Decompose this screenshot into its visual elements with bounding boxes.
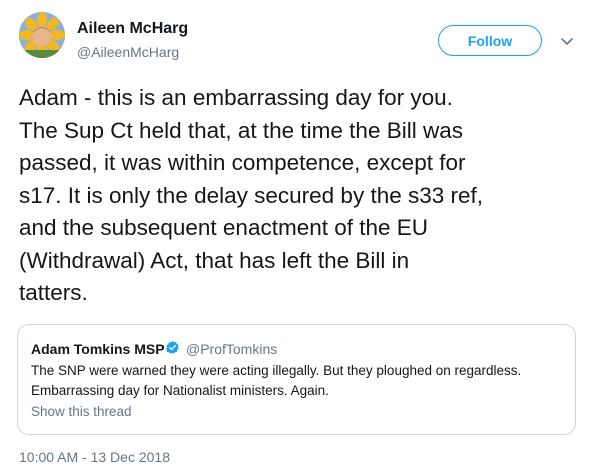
quoted-author-handle[interactable]: @ProfTomkins: [186, 341, 277, 357]
sunflower-avatar-icon: [19, 12, 65, 58]
follow-button[interactable]: Follow: [438, 25, 542, 56]
tweet-text-line: and the subsequent enactment of the EU: [19, 215, 429, 240]
show-thread-link[interactable]: Show this thread: [31, 404, 132, 419]
tweet-text-line: Adam - this is an embarrassing day for y…: [19, 85, 453, 110]
quoted-author-name[interactable]: Adam Tomkins MSP: [31, 341, 165, 357]
quoted-text-line: The SNP were warned they were acting ill…: [31, 363, 522, 378]
verified-badge-icon: [165, 340, 180, 355]
author-handle[interactable]: @AileenMcHarg: [77, 44, 179, 60]
tweet-text: Adam - this is an embarrassing day for y…: [19, 82, 587, 310]
author-name[interactable]: Aileen McHarg: [77, 20, 188, 38]
avatar[interactable]: [19, 12, 65, 58]
quoted-text-line: Embarrassing day for Nationalist ministe…: [31, 383, 329, 398]
tweet-text-line: tatters.: [19, 280, 88, 305]
chevron-down-icon[interactable]: [560, 34, 574, 45]
quoted-tweet-text: The SNP were warned they were acting ill…: [31, 361, 571, 401]
tweet-card: Aileen McHarg @AileenMcHarg Follow Adam …: [0, 0, 594, 475]
timestamp[interactable]: 10:00 AM - 13 Dec 2018: [19, 449, 170, 465]
tweet-text-line: s17. It is only the delay secured by the…: [19, 182, 484, 208]
tweet-text-line: passed, it was within competence, except…: [19, 150, 466, 175]
tweet-text-line: (Withdrawal) Act, that has left the Bill…: [19, 247, 410, 273]
quoted-tweet[interactable]: Adam Tomkins MSP @ProfTomkins The SNP we…: [17, 324, 576, 435]
tweet-text-line: The Sup Ct held that, at the time the Bi…: [19, 117, 463, 143]
